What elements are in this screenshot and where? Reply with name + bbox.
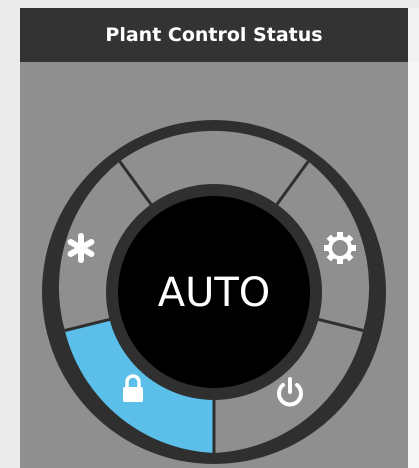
gear-icon [324, 232, 356, 264]
control-dial: AUTO [42, 120, 386, 464]
mode-label: AUTO [158, 270, 271, 316]
